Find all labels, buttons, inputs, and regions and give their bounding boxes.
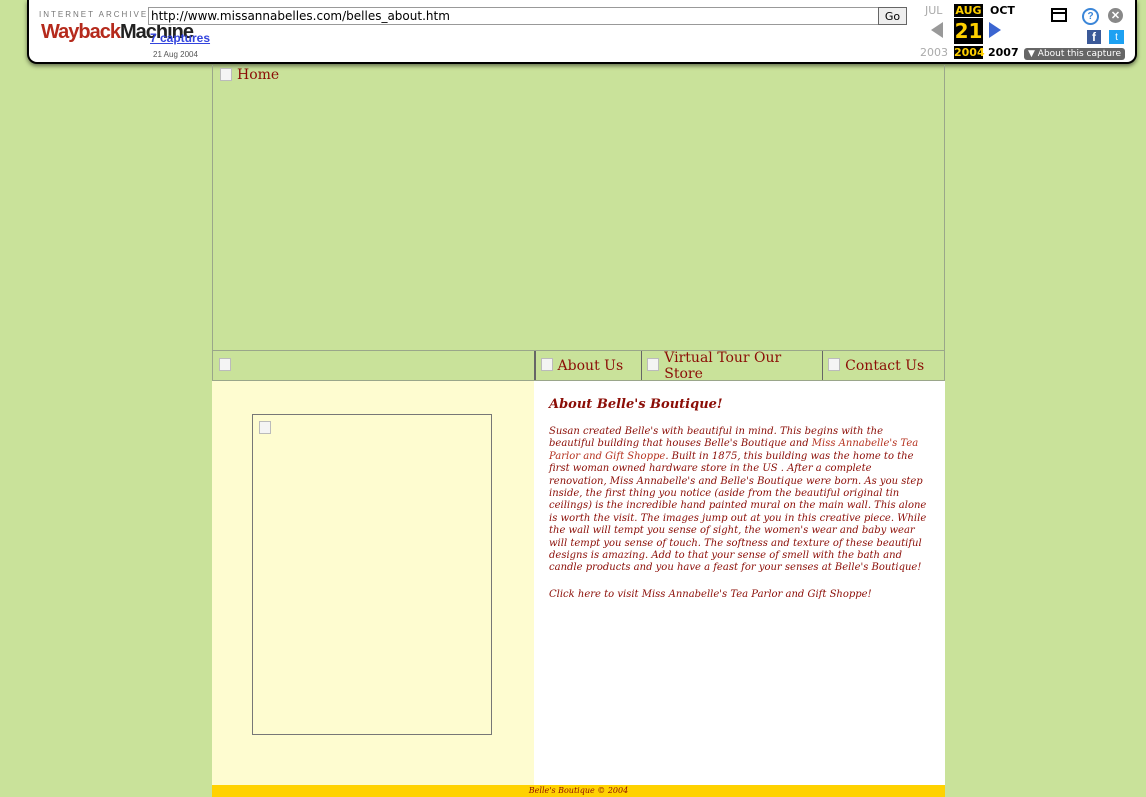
current-day: 21 (954, 18, 983, 44)
next-year-link[interactable]: 2007 (988, 46, 1019, 59)
home-link[interactable]: Home (220, 67, 279, 83)
footer-copyright: Belle's Boutique © 2004 (212, 785, 945, 797)
site-nav: About Us Virtual Tour Our Store Contact … (212, 349, 945, 382)
left-panel (212, 381, 534, 785)
home-link-label: Home (237, 67, 280, 83)
about-paragraph: Susan created Belle's with beautiful in … (549, 426, 931, 575)
about-text-end: . Built in 1875, this building was the h… (549, 450, 927, 574)
prev-year-link[interactable]: 2003 (920, 46, 948, 59)
nav-contact-us[interactable]: Contact Us (823, 351, 944, 380)
url-input[interactable] (148, 7, 887, 25)
facebook-icon[interactable]: f (1087, 30, 1101, 44)
broken-image-icon (259, 421, 271, 434)
nav-tour-label: Virtual Tour Our Store (664, 349, 782, 382)
about-title: About Belle's Boutique! (549, 397, 723, 412)
next-capture-arrow-icon[interactable] (989, 22, 1001, 38)
about-capture-button[interactable]: ▼ About this capture (1024, 48, 1125, 60)
nav-contact-label: Contact Us (845, 357, 925, 374)
go-button[interactable]: Go (878, 7, 907, 25)
prev-month-link[interactable]: JUL (925, 4, 942, 17)
broken-image-icon (540, 358, 553, 371)
broken-image-icon (828, 358, 841, 371)
broken-image-icon (647, 358, 660, 371)
twitter-icon[interactable]: t (1109, 30, 1124, 44)
current-year: 2004 (954, 46, 985, 59)
visit-tea-parlor-link[interactable]: Click here to visit Miss Annabelle's Tea… (549, 589, 931, 600)
nav-virtual-tour[interactable]: Virtual Tour Our Store (642, 349, 824, 382)
content-area: About Belle's Boutique! Susan created Be… (212, 381, 945, 785)
current-month: AUG (954, 4, 983, 17)
site-banner: Home (212, 65, 945, 351)
capture-date: 21 Aug 2004 (153, 50, 198, 59)
logo-wayback-text: Wayback (41, 21, 121, 43)
help-icon[interactable]: ? (1082, 8, 1099, 25)
internet-archive-label: INTERNET ARCHIVE (39, 10, 149, 19)
broken-image-icon (219, 358, 231, 371)
captures-link[interactable]: 7 captures (150, 31, 210, 45)
calendar-icon[interactable] (1051, 8, 1067, 22)
prev-capture-arrow-icon[interactable] (931, 22, 943, 38)
broken-image-icon (220, 67, 232, 81)
toolbar-gray-band (148, 33, 913, 60)
nav-about-label: About Us (557, 357, 624, 374)
wayback-toolbar: INTERNET ARCHIVE WaybackMachine Go 7 cap… (27, 0, 1137, 64)
nav-image-cell (213, 351, 535, 380)
nav-about-us[interactable]: About Us (534, 351, 643, 380)
next-month-link[interactable]: OCT (990, 4, 1015, 17)
close-icon[interactable]: ✕ (1108, 8, 1123, 23)
boutique-photo (252, 414, 492, 735)
about-panel: About Belle's Boutique! Susan created Be… (534, 381, 945, 785)
